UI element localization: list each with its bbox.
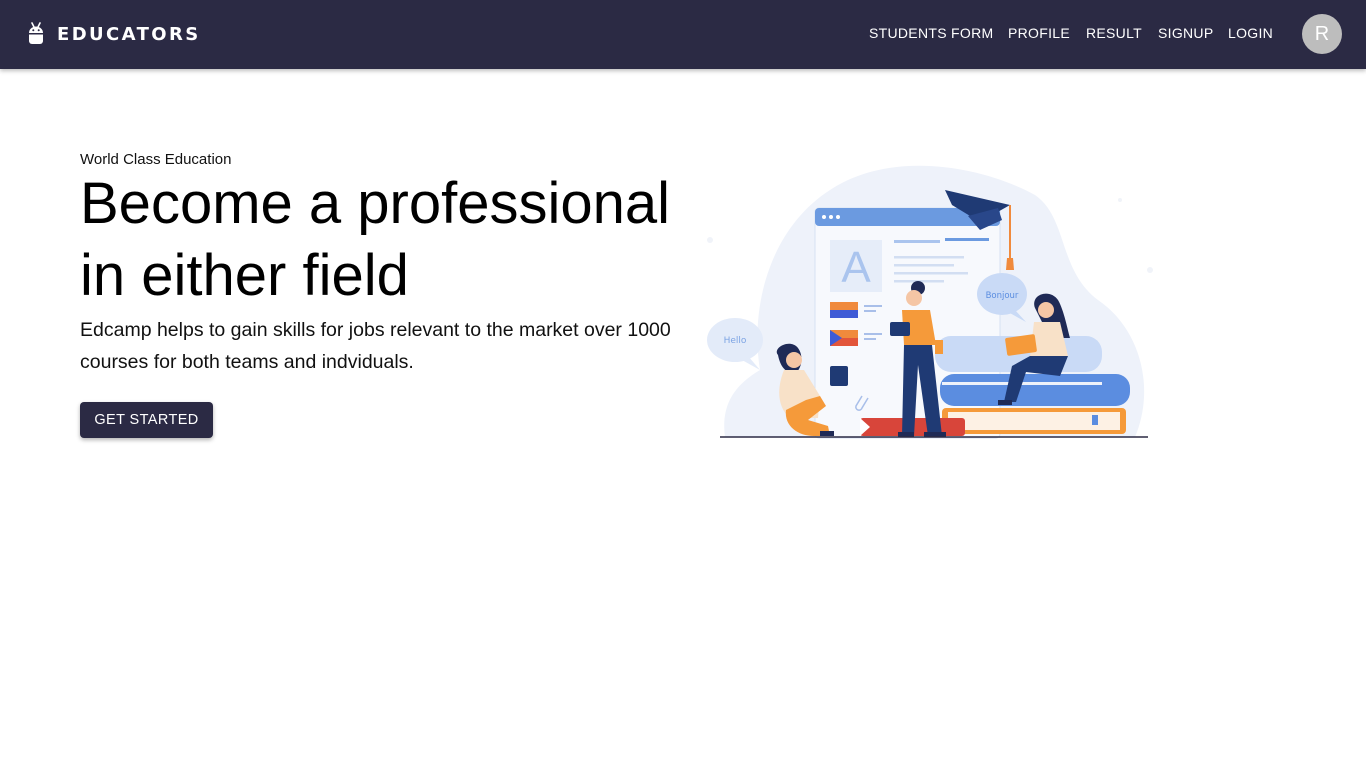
nav-result[interactable]: RESULT <box>1086 25 1142 41</box>
brand-name: EDUCATORS <box>57 23 201 45</box>
user-avatar[interactable]: R <box>1302 14 1342 54</box>
nav-login[interactable]: LOGIN <box>1228 25 1273 41</box>
nav-signup[interactable]: SIGNUP <box>1158 25 1213 41</box>
top-navbar: EDUCATORS STUDENTS FORM PROFILE RESULT S… <box>0 0 1366 69</box>
nav-profile[interactable]: PROFILE <box>1008 25 1070 41</box>
flag-icon <box>830 302 858 310</box>
education-illustration: A Hello Bonjour <box>707 165 1153 439</box>
nav-students-form[interactable]: STUDENTS FORM <box>869 25 993 41</box>
get-started-button[interactable]: GET STARTED <box>80 402 213 438</box>
svg-text:Bonjour: Bonjour <box>986 291 1019 301</box>
hero-eyebrow: World Class Education <box>80 151 232 168</box>
brand-logo[interactable]: EDUCATORS <box>27 20 201 48</box>
hero-description: Edcamp helps to gain skills for jobs rel… <box>80 319 671 373</box>
board-letter: A <box>841 243 871 292</box>
hero-headline: Become a professional in either field <box>80 171 670 308</box>
svg-text:Hello: Hello <box>724 336 747 346</box>
android-icon <box>29 22 43 44</box>
speech-bubble-hello: Hello <box>707 318 763 370</box>
